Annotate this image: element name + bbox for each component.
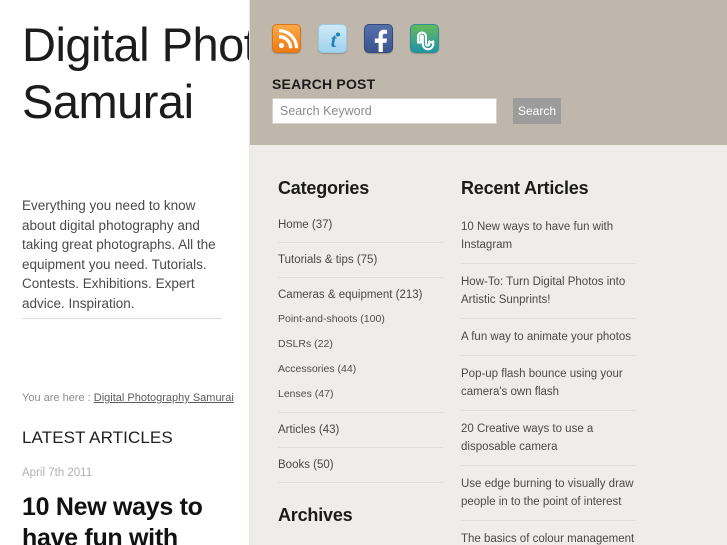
recent-article-item[interactable]: How-To: Turn Digital Photos into Artisti… (461, 273, 636, 319)
page-root: Digital Photography Samurai Everything y… (0, 0, 727, 545)
category-item[interactable]: Tutorials & tips (75) (278, 253, 443, 278)
search-post-heading: SEARCH POST (272, 76, 376, 92)
facebook-icon[interactable] (364, 24, 393, 53)
site-title: Digital Photography Samurai (22, 18, 249, 128)
recent-article-item[interactable]: A fun way to animate your photos (461, 328, 636, 356)
breadcrumb: You are here : Digital Photography Samur… (22, 392, 234, 404)
recent-articles-heading: Recent Articles (461, 178, 589, 198)
breadcrumb-link-home[interactable]: Digital Photography Samurai (94, 392, 234, 404)
category-item[interactable]: Lenses (47) (278, 387, 443, 413)
category-item[interactable]: Accessories (44) (278, 362, 443, 387)
latest-articles-heading: LATEST ARTICLES (22, 428, 173, 447)
site-tagline: Everything you need to know about digita… (22, 198, 216, 311)
categories-column: Categories Home (37) Tutorials & tips (75… (278, 178, 443, 545)
latest-post-title[interactable]: 10 New ways to have fun with (22, 492, 237, 545)
search-button[interactable]: Search (513, 98, 561, 124)
twitter-icon[interactable]: t (318, 24, 347, 53)
breadcrumb-prefix: You are here : (22, 392, 91, 404)
stumbleupon-icon[interactable] (410, 24, 439, 53)
recent-article-item[interactable]: Use edge burning to visually draw people… (461, 475, 636, 521)
categories-heading: Categories (278, 178, 370, 198)
sidebar-overlay-panel: t SEARCH POST Search Keyword Search Cate… (250, 0, 727, 545)
rss-icon[interactable] (272, 24, 301, 53)
category-item[interactable]: Home (37) (278, 218, 443, 243)
category-item[interactable]: Articles (43) (278, 423, 443, 448)
recent-articles-column: Recent Articles 10 New ways to have fun … (461, 178, 636, 545)
category-item[interactable]: Books (50) (278, 458, 443, 483)
latest-post-date: April 7th 2011 (22, 467, 93, 479)
divider (22, 318, 222, 319)
recent-article-item[interactable]: 20 Creative ways to use a disposable cam… (461, 420, 636, 466)
archives-heading: Archives (278, 505, 353, 525)
recent-article-item[interactable]: Pop-up flash bounce using your camera's … (461, 365, 636, 411)
category-item[interactable]: Cameras & equipment (213) (278, 288, 443, 312)
panel-header: t SEARCH POST Search (250, 0, 727, 145)
category-item[interactable]: Point-and-shoots (100) (278, 312, 443, 337)
search-input[interactable] (272, 98, 497, 124)
recent-article-item[interactable]: 10 New ways to have fun with Instagram (461, 218, 636, 264)
recent-article-item[interactable]: The basics of colour management for colo… (461, 530, 636, 545)
categories-list: Home (37) Tutorials & tips (75) Cameras & … (278, 218, 443, 483)
social-links: t (272, 24, 439, 53)
recent-articles-list: 10 New ways to have fun with Instagram Ho… (461, 218, 636, 545)
site-left-column: Digital Photography Samurai Everything y… (0, 0, 250, 545)
category-item[interactable]: DSLRs (22) (278, 337, 443, 362)
